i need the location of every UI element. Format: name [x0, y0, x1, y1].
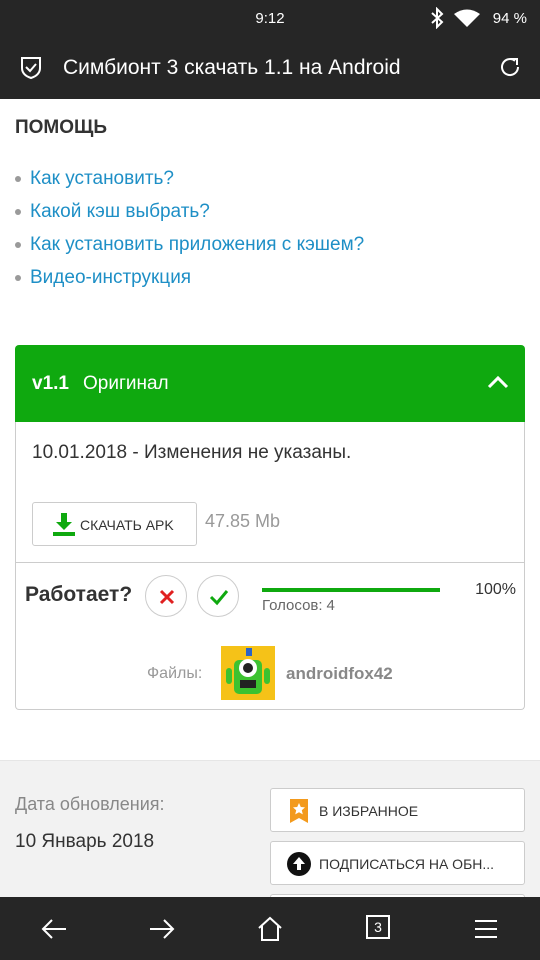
android-robot-icon [221, 646, 275, 700]
bookmark-star-icon [290, 799, 308, 823]
vote-yes-button[interactable] [197, 575, 239, 617]
download-icon [53, 513, 75, 536]
divider [16, 562, 524, 563]
help-link-label: Как установить? [30, 167, 175, 189]
close-icon [159, 589, 175, 605]
version-changes: 10.01.2018 - Изменения не указаны. [32, 442, 352, 463]
download-apk-button[interactable]: СКАЧАТЬ APK [32, 502, 197, 546]
votes-label: Голосов: [262, 597, 323, 614]
avatar[interactable] [221, 646, 275, 700]
help-link-label: Как установить приложения с кэшем? [30, 233, 365, 255]
browser-toolbar: Симбионт 3 скачать 1.1 на Android [0, 36, 540, 99]
help-link-install[interactable]: Как установить? [15, 162, 364, 195]
version-accordion-header[interactable]: v1.1 Оригинал [15, 345, 525, 422]
chevron-up-icon[interactable] [487, 374, 509, 390]
works-progress-fill [262, 588, 440, 592]
help-link-cache[interactable]: Какой кэш выбрать? [15, 195, 364, 228]
add-favorite-button[interactable]: В ИЗБРАННОЕ [270, 788, 525, 832]
status-bar: 9:12 94 % [0, 0, 540, 36]
shield-icon[interactable] [20, 56, 42, 80]
bullet [15, 241, 21, 248]
votes-number: 4 [326, 597, 335, 614]
help-link-video[interactable]: Видео-инструкция [15, 261, 364, 294]
reload-icon[interactable] [498, 55, 522, 79]
arrow-right-icon[interactable] [148, 916, 176, 942]
tabs-button[interactable]: 3 [366, 915, 390, 939]
bullet [15, 208, 21, 215]
works-percent: 100% [475, 581, 516, 598]
works-question: Работает? [25, 583, 133, 606]
version-type: Оригинал [83, 373, 169, 394]
help-heading: ПОМОЩЬ [15, 117, 108, 138]
page-content: ПОМОЩЬ Как установить? Какой кэш выбрать… [0, 99, 540, 897]
bluetooth-icon [431, 7, 444, 29]
update-date-label: Дата обновления: [15, 794, 165, 814]
arrow-up-circle-icon [287, 852, 311, 876]
version-number: v1.1 [32, 373, 69, 394]
file-size: 47.85 Mb [205, 511, 281, 531]
version-details: 10.01.2018 - Изменения не указаны. СКАЧА… [15, 422, 525, 710]
votes-count: Голосов: 4 [262, 597, 335, 614]
details-section: Дата обновления: 10 Январь 2018 В ИЗБРАН… [0, 760, 540, 897]
home-icon[interactable] [256, 916, 284, 942]
wifi-icon [454, 9, 480, 27]
favorite-label: В ИЗБРАННОЕ [319, 803, 419, 819]
bullet [15, 274, 21, 281]
download-apk-label: СКАЧАТЬ APK [80, 517, 174, 533]
page-title: Симбионт 3 скачать 1.1 на Android [63, 56, 401, 79]
battery-level: 94 % [492, 10, 527, 27]
browser-nav-bar: 3 [0, 897, 540, 960]
help-links: Как установить? Какой кэш выбрать? Как у… [15, 162, 364, 294]
works-progress-bar [262, 588, 440, 592]
arrow-left-icon[interactable] [40, 916, 68, 942]
menu-icon[interactable] [472, 916, 500, 942]
files-label: Файлы: [147, 665, 203, 682]
subscribe-button[interactable]: ПОДПИСАТЬСЯ НА ОБН... [270, 841, 525, 885]
help-link-install-cache[interactable]: Как установить приложения с кэшем? [15, 228, 364, 261]
uploader-name[interactable]: androidfox42 [286, 664, 393, 684]
check-icon [209, 590, 229, 606]
help-link-label: Видео-инструкция [30, 266, 192, 288]
vote-no-button[interactable] [145, 575, 187, 617]
update-date-value: 10 Январь 2018 [15, 831, 155, 852]
bullet [15, 175, 21, 182]
subscribe-label: ПОДПИСАТЬСЯ НА ОБН... [319, 856, 495, 872]
help-link-label: Какой кэш выбрать? [30, 200, 210, 222]
